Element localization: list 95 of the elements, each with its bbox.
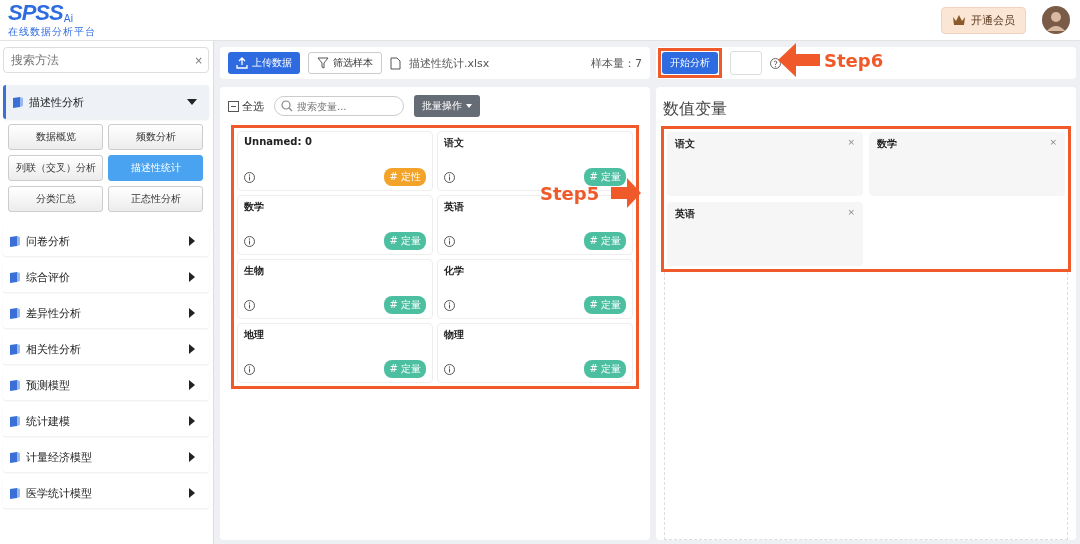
- upload-icon: [236, 57, 248, 69]
- variable-name: Unnamed: 0: [244, 136, 313, 147]
- book-icon: [9, 415, 21, 427]
- search-icon: [281, 100, 293, 112]
- search-field[interactable]: 搜索方法 ×: [3, 47, 209, 73]
- upload-button[interactable]: 上传数据: [228, 52, 300, 74]
- info-icon: [444, 235, 455, 247]
- type-tag: # 定量: [584, 232, 626, 250]
- caret-down-icon: [466, 104, 472, 108]
- book-icon: [9, 307, 21, 319]
- book-icon: [9, 379, 21, 391]
- select-all-checkbox[interactable]: 全选: [228, 98, 264, 114]
- sidebar-group[interactable]: 描述性分析: [3, 85, 209, 119]
- search-field[interactable]: 搜索变量...: [274, 96, 404, 116]
- caret-right-icon: [187, 272, 197, 282]
- sidebar-group[interactable]: 预测模型: [3, 370, 209, 400]
- variable-name: 生物: [244, 264, 265, 278]
- avatar-icon: [1042, 6, 1070, 34]
- type-tag: # 定量: [384, 232, 426, 250]
- info-icon: [244, 363, 255, 375]
- variable-name: 数学: [877, 137, 897, 151]
- remove-icon[interactable]: ×: [847, 207, 855, 217]
- type-tag: # 定量: [584, 296, 626, 314]
- type-tag: # 定量: [584, 168, 626, 186]
- batch-button[interactable]: 批量操作: [414, 95, 480, 117]
- info-icon: [244, 171, 255, 183]
- method-button[interactable]: 频数分析: [108, 124, 203, 150]
- logo-tagline: 在线数据分析平台: [8, 24, 96, 39]
- vip-button[interactable]: 开通会员: [941, 6, 1026, 34]
- method-button[interactable]: 正态性分析: [108, 186, 203, 212]
- blank-button[interactable]: [730, 51, 762, 75]
- caret-right-icon: [187, 236, 197, 246]
- variable-card[interactable]: 物理 # 定量: [437, 323, 633, 383]
- logo-text: SPSS: [8, 1, 63, 24]
- type-tag: # 定量: [384, 296, 426, 314]
- sidebar-group[interactable]: 医学统计模型: [3, 478, 209, 508]
- variable-card[interactable]: Unnamed: 0 # 定性: [237, 131, 433, 191]
- variable-name: 地理: [244, 328, 265, 342]
- caret-down-icon: [187, 97, 197, 107]
- filter-button[interactable]: 筛选样本: [308, 52, 382, 74]
- method-button[interactable]: 数据概览: [8, 124, 103, 150]
- variable-name: 化学: [444, 264, 465, 278]
- sidebar-group[interactable]: 差异性分析: [3, 298, 209, 328]
- variable-name: 语文: [444, 136, 465, 150]
- book-icon: [12, 96, 24, 108]
- variable-card[interactable]: 数学 # 定量: [237, 195, 433, 255]
- arrow-icon: [778, 43, 820, 77]
- book-icon: [9, 235, 21, 247]
- start-button[interactable]: 开始分析: [662, 52, 718, 74]
- minus-box-icon: [228, 100, 239, 112]
- info-icon: [444, 171, 455, 183]
- sample-size: 样本量：7: [591, 55, 642, 71]
- sidebar-group[interactable]: 相关性分析: [3, 334, 209, 364]
- method-button[interactable]: 列联（交叉）分析: [8, 155, 103, 181]
- section-title: 数值变量: [663, 99, 728, 120]
- caret-right-icon: [187, 308, 197, 318]
- book-icon: [9, 343, 21, 355]
- variable-card[interactable]: 化学 # 定量: [437, 259, 633, 319]
- filter-icon: [317, 57, 329, 69]
- variable-name: 英语: [675, 207, 695, 221]
- variable-card[interactable]: 地理 # 定量: [237, 323, 433, 383]
- type-tag: # 定量: [584, 360, 626, 378]
- file-icon: [390, 56, 401, 70]
- logo-suffix: Ai: [63, 13, 74, 24]
- method-button[interactable]: 分类汇总: [8, 186, 103, 212]
- sidebar-group[interactable]: 问卷分析: [3, 226, 209, 256]
- sidebar-group[interactable]: 计量经济模型: [3, 442, 209, 472]
- variable-name: 英语: [444, 200, 465, 214]
- step-label: Step6: [824, 49, 884, 71]
- caret-right-icon: [187, 488, 197, 498]
- variable-name: 数学: [244, 200, 265, 214]
- clear-icon[interactable]: ×: [194, 54, 203, 66]
- info-icon: [244, 299, 255, 311]
- variable-card[interactable]: 生物 # 定量: [237, 259, 433, 319]
- variable-name: 语文: [675, 137, 695, 151]
- caret-right-icon: [187, 416, 197, 426]
- type-tag: # 定量: [384, 360, 426, 378]
- remove-icon[interactable]: ×: [1049, 137, 1057, 147]
- info-icon: [444, 363, 455, 375]
- type-tag: # 定性: [384, 168, 426, 186]
- sidebar-group[interactable]: 综合评价: [3, 262, 209, 292]
- sidebar-group[interactable]: 统计建模: [3, 406, 209, 436]
- crown-icon: [952, 14, 966, 26]
- remove-icon[interactable]: ×: [847, 137, 855, 147]
- caret-right-icon: [187, 452, 197, 462]
- caret-right-icon: [187, 344, 197, 354]
- variable-name: 物理: [444, 328, 465, 342]
- book-icon: [9, 271, 21, 283]
- caret-right-icon: [187, 380, 197, 390]
- help-icon: [770, 57, 781, 69]
- book-icon: [9, 487, 21, 499]
- info-icon: [444, 299, 455, 311]
- info-icon: [244, 235, 255, 247]
- book-icon: [9, 451, 21, 463]
- file-name: 描述性统计.xlsx: [409, 55, 490, 71]
